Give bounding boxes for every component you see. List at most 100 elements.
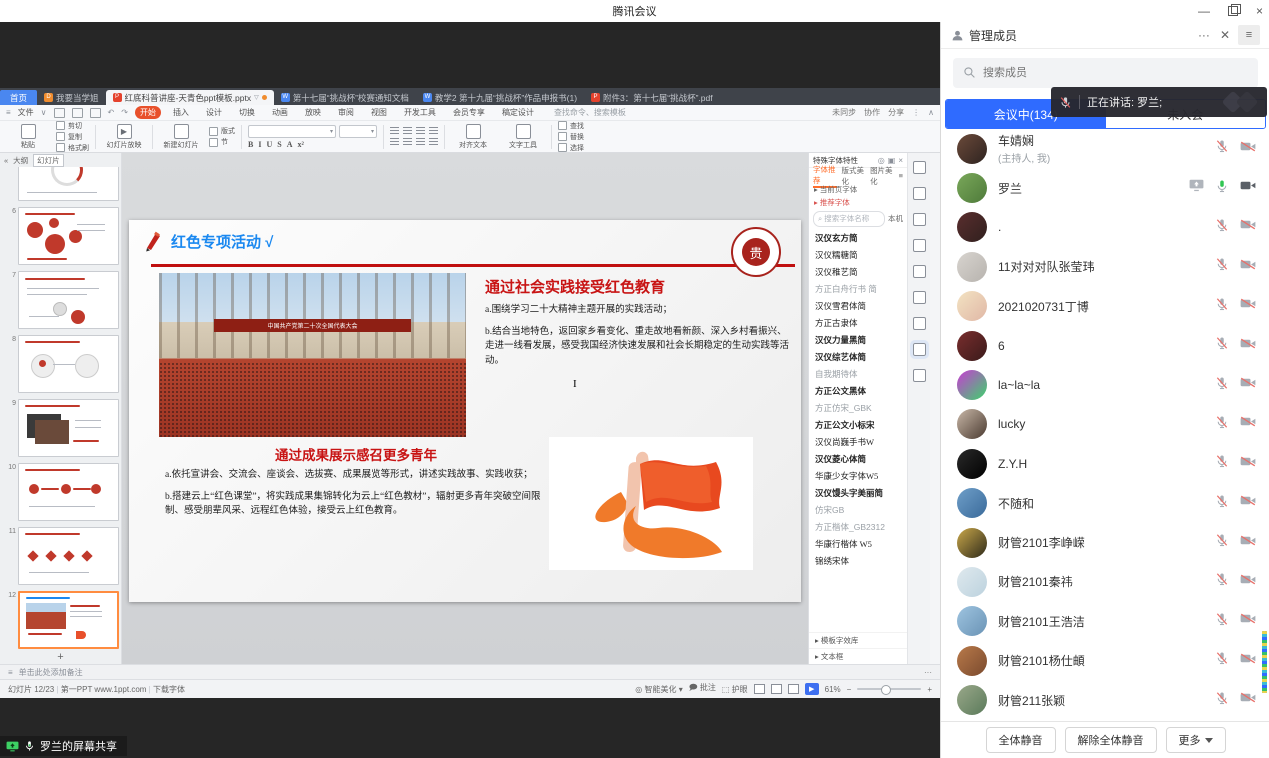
congress-photo[interactable]: 中国共产党第二十次全国代表大会 — [159, 273, 466, 437]
print-icon[interactable] — [72, 108, 83, 118]
format-x²-button[interactable]: x² — [297, 140, 303, 149]
member-row-6[interactable]: la~la~la — [941, 365, 1269, 404]
mic-muted-icon[interactable] — [1215, 297, 1229, 316]
tab-outline[interactable]: 大纲 — [13, 155, 28, 166]
pin-icon[interactable]: ▣ — [888, 156, 896, 165]
align-icon[interactable] — [390, 138, 399, 146]
notes-bar[interactable]: ≡ 单击此处添加备注 ··· — [0, 664, 940, 679]
font-option[interactable]: 汉仪尚巍手书W — [815, 433, 901, 450]
zoom-slider-knob[interactable] — [881, 685, 891, 695]
font-name-select[interactable]: ▾ — [248, 125, 336, 138]
member-row-2[interactable]: . — [941, 208, 1269, 247]
ribbon-tab-动画[interactable]: 动画 — [267, 106, 293, 119]
font-option[interactable]: 方正白舟行书 简 — [815, 280, 901, 297]
font-option[interactable]: 方正古隶体 — [815, 314, 901, 331]
font-option[interactable]: 华康行楷体 W5 — [815, 535, 901, 552]
slide-thumbnail-12[interactable]: 12 — [4, 591, 119, 649]
ribbon-small-查找[interactable]: 查找 — [558, 121, 584, 131]
slide-thumbnail-11[interactable]: 11 — [4, 527, 119, 585]
collapse-ribbon-icon[interactable]: ∧ — [928, 108, 934, 117]
font-option[interactable]: 汉仪综艺体简 — [815, 348, 901, 365]
document-tab-0[interactable]: 首页 — [0, 90, 37, 105]
eye-protect-button[interactable]: ⬚ 护眼 — [722, 684, 748, 695]
book-icon[interactable] — [913, 369, 926, 382]
align-icon[interactable] — [416, 127, 425, 135]
camera-off-icon[interactable] — [1240, 337, 1256, 355]
slide-thumbnail-preview[interactable] — [18, 207, 119, 265]
play-slideshow-button[interactable]: ▶ — [805, 683, 819, 695]
ribbon-small-剪切[interactable]: 剪切 — [56, 121, 89, 131]
ribbon-tab-会员专享[interactable]: 会员专享 — [448, 106, 490, 119]
member-row-9[interactable]: 不随和 — [941, 484, 1269, 523]
section-recommended-fonts[interactable]: ▸ 推荐字体 — [809, 196, 907, 209]
slide-12[interactable]: 红色专项活动 √ 贵 中国共产党第二十次全国代表大会 通过社会实践接受红色教育 … — [129, 220, 801, 602]
font-option[interactable]: 方正仿宋_GBK — [815, 399, 901, 416]
ribbon-tab-稿定设计[interactable]: 稿定设计 — [497, 106, 539, 119]
slide-thumbnail-preview[interactable] — [18, 335, 119, 393]
font-search-input[interactable]: ⌕ 搜索字体名称 — [813, 211, 885, 227]
mic-muted-icon[interactable] — [1215, 454, 1229, 473]
slide-thumbnail-10[interactable]: 10 — [4, 463, 119, 521]
font-size-select[interactable]: ▾ — [339, 125, 377, 138]
font-option[interactable]: 仿宋GB — [815, 501, 901, 518]
panel-more-icon[interactable]: ··· — [1198, 28, 1210, 42]
ribbon-button-幻灯片放映[interactable]: ▶幻灯片放映 — [102, 124, 146, 150]
menubar-action-未同步[interactable]: 未同步 — [832, 107, 856, 118]
mic-muted-icon[interactable] — [1215, 257, 1229, 276]
minimize-icon[interactable]: — — [1198, 5, 1210, 17]
slide-title[interactable]: 红色专项活动 √ — [171, 231, 273, 252]
reading-view-icon[interactable] — [788, 684, 799, 694]
member-row-0[interactable]: 车婧娴(主持人, 我) — [941, 129, 1269, 168]
document-tab-5[interactable]: P附件3：第十七届“挑战杯”.pdf — [584, 90, 720, 105]
slide-thumbnail-8[interactable]: 8 — [4, 335, 119, 393]
document-tab-2[interactable]: P红底科普讲座-天青色ppt模板.pptx▽ — [106, 90, 274, 105]
mic-muted-icon[interactable] — [1215, 415, 1229, 434]
save-icon[interactable] — [54, 108, 65, 118]
font-option[interactable]: 锦绣宋体 — [815, 552, 901, 569]
style-icon[interactable] — [913, 187, 926, 200]
font-panel-section-模板字效库[interactable]: ▸ 模板字效库 — [809, 632, 907, 648]
align-icon[interactable] — [429, 138, 438, 146]
footer-button-全体静音[interactable]: 全体静音 — [986, 727, 1056, 753]
ribbon-tab-切换[interactable]: 切换 — [234, 106, 260, 119]
undo-icon[interactable]: ↶ — [108, 108, 115, 117]
media-icon[interactable] — [913, 317, 926, 330]
scrollbar-indicator[interactable] — [1260, 628, 1269, 696]
menubar-action-协作[interactable]: 协作 — [864, 107, 880, 118]
ribbon-small-复制[interactable]: 复制 — [56, 132, 89, 142]
app-menu-icon[interactable]: ≡ — [6, 108, 11, 117]
camera-off-icon[interactable] — [1240, 415, 1256, 433]
camera-off-icon[interactable] — [1240, 573, 1256, 591]
close-panel-icon[interactable]: × — [898, 156, 903, 165]
align-icon[interactable] — [403, 127, 412, 135]
font-option[interactable]: 华康少女字体W5 — [815, 467, 901, 484]
slide-thumbnail-9[interactable]: 9 — [4, 399, 119, 457]
notes-more-icon[interactable]: ··· — [924, 668, 932, 677]
font-option[interactable]: 方正楷体_GB2312 — [815, 518, 901, 535]
ribbon-button-对齐文本[interactable]: 对齐文本 — [451, 124, 495, 150]
slide-thumbnail-7[interactable]: 7 — [4, 271, 119, 329]
font-option[interactable]: 自我期待体 — [815, 365, 901, 382]
camera-off-icon[interactable] — [1240, 652, 1256, 670]
mic-muted-icon[interactable] — [1215, 218, 1229, 237]
font-option[interactable]: 方正公文小标宋 — [815, 416, 901, 433]
slide-thumbnail-preview[interactable] — [18, 527, 119, 585]
comment-button[interactable]: 🗩 批注 — [689, 682, 716, 696]
sorter-view-icon[interactable] — [771, 684, 782, 694]
camera-off-icon[interactable] — [1240, 691, 1256, 709]
mic-muted-icon[interactable] — [1215, 533, 1229, 552]
menubar-more-icon[interactable]: ⋮ — [912, 108, 920, 117]
ribbon-small-节[interactable]: 节 — [209, 137, 235, 147]
slide-thumbnail-preview[interactable] — [18, 591, 119, 649]
font-option[interactable]: 汉仪雪君体简 — [815, 297, 901, 314]
mic-muted-icon[interactable] — [1215, 612, 1229, 631]
member-row-7[interactable]: lucky — [941, 405, 1269, 444]
animation-icon[interactable] — [913, 213, 926, 226]
tab-slides[interactable]: 幻灯片 — [33, 154, 64, 167]
camera-on-icon[interactable] — [1240, 179, 1256, 197]
mic-muted-icon[interactable] — [1215, 691, 1229, 710]
font-option[interactable]: 汉仪力量黑简 — [815, 331, 901, 348]
ribbon-tab-插入[interactable]: 插入 — [168, 106, 194, 119]
collapse-panel-icon[interactable]: « — [4, 156, 8, 165]
document-tab-1[interactable]: D我要当学姐 — [37, 90, 106, 105]
